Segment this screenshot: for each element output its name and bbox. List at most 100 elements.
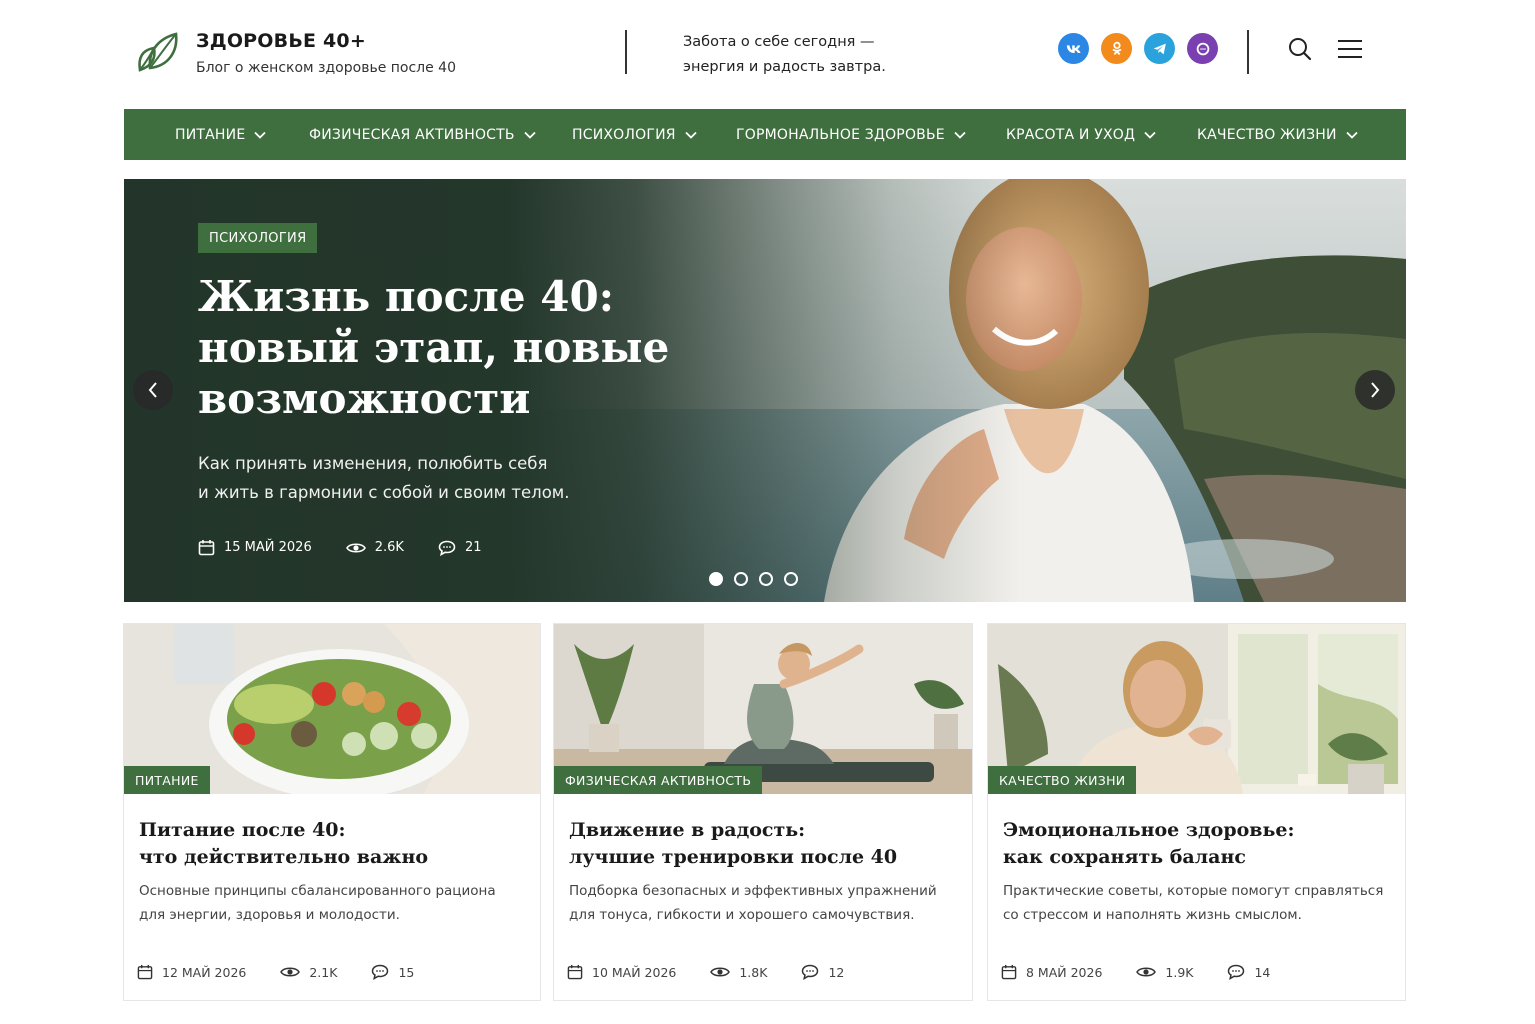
article-excerpt-line: для энергии, здоровья и молодости.: [139, 907, 400, 923]
site-header: ЗДОРОВЬЕ 40+ Блог о женском здоровье пос…: [0, 0, 1535, 100]
article-excerpt-line: со стрессом и наполнять жизнь смыслом.: [1003, 907, 1302, 923]
article-views: 2.1K: [280, 965, 337, 980]
header-divider: [625, 30, 627, 74]
article-title[interactable]: Питание после 40: что действительно важн…: [139, 817, 519, 871]
eye-icon: [280, 967, 301, 977]
hero-category-badge[interactable]: ПСИХОЛОГИЯ: [198, 223, 318, 253]
hero-description-line: Как принять изменения, полюбить себя: [198, 454, 548, 473]
article-meta: 12 МАЙ 2026 2.1K 15: [137, 964, 448, 980]
brand-title[interactable]: ЗДОРОВЬЕ 40+: [196, 30, 366, 52]
article-excerpt-line: Практические советы, которые помогут спр…: [1003, 883, 1384, 899]
chevron-down-icon: [1144, 131, 1156, 139]
hero-description: Как принять изменения, полюбить себя и ж…: [198, 449, 618, 507]
article-category-badge[interactable]: КАЧЕСТВО ЖИЗНИ: [988, 766, 1137, 794]
article-title-line: как сохранять баланс: [1003, 846, 1246, 868]
article-excerpt: Подборка безопасных и эффективных упражн…: [569, 879, 959, 927]
nav-item-beauty[interactable]: КРАСОТА И УХОД: [1006, 109, 1156, 160]
hero-views: 2.6K: [345, 540, 404, 555]
chevron-down-icon: [1346, 131, 1358, 139]
slider-dot[interactable]: [784, 572, 798, 586]
article-views: 1.8K: [710, 965, 767, 980]
article-date: 8 МАЙ 2026: [1001, 964, 1102, 980]
leaf-logo-icon[interactable]: [134, 28, 180, 74]
article-title[interactable]: Эмоциональное здоровье: как сохранять ба…: [1003, 817, 1383, 871]
slider-next-button[interactable]: [1355, 370, 1395, 410]
hero-comments: 21: [438, 540, 482, 556]
article-image[interactable]: КАЧЕСТВО ЖИЗНИ: [988, 624, 1405, 794]
chevron-down-icon: [524, 131, 536, 139]
article-comments-count: 15: [398, 964, 415, 980]
telegram-icon[interactable]: [1144, 33, 1175, 64]
vk-icon[interactable]: [1058, 33, 1089, 64]
article-image[interactable]: ПИТАНИЕ: [124, 624, 540, 794]
article-category-badge[interactable]: ФИЗИЧЕСКАЯ АКТИВНОСТЬ: [554, 766, 763, 794]
article-views-count: 2.1K: [309, 964, 338, 980]
max-icon[interactable]: [1187, 33, 1218, 64]
article-title[interactable]: Движение в радость: лучшие тренировки по…: [569, 817, 949, 871]
slider-dot[interactable]: [709, 572, 723, 586]
hero-date-text: 15 МАЙ 2026: [224, 540, 312, 555]
menu-icon[interactable]: [1335, 34, 1365, 64]
brand-subtitle: Блог о женском здоровье после 40: [196, 60, 456, 76]
article-excerpt-line: Основные принципы сбалансированного раци…: [139, 883, 496, 899]
article-date-text: 8 МАЙ 2026: [1026, 964, 1103, 980]
hero-date: 15 МАЙ 2026: [198, 539, 312, 556]
article-excerpt-line: Подборка безопасных и эффективных упражн…: [569, 883, 937, 899]
search-icon[interactable]: [1285, 34, 1315, 64]
comment-icon: [802, 964, 819, 980]
nav-item-physical-activity[interactable]: ФИЗИЧЕСКАЯ АКТИВНОСТЬ: [309, 109, 536, 160]
article-date: 10 МАЙ 2026: [567, 964, 676, 980]
nav-item-quality-of-life[interactable]: КАЧЕСТВО ЖИЗНИ: [1197, 109, 1358, 160]
nav-item-psychology[interactable]: ПСИХОЛОГИЯ: [572, 109, 697, 160]
chevron-right-icon: [1371, 382, 1380, 398]
main-nav: ПИТАНИЕ ФИЗИЧЕСКАЯ АКТИВНОСТЬ ПСИХОЛОГИЯ…: [124, 109, 1406, 160]
article-comments: 14: [1227, 964, 1270, 980]
article-card[interactable]: КАЧЕСТВО ЖИЗНИ Эмоциональное здоровье: к…: [987, 623, 1406, 1001]
article-title-line: что действительно важно: [139, 846, 429, 868]
comment-icon: [372, 964, 389, 980]
ok-icon[interactable]: [1101, 33, 1132, 64]
slider-dots: [709, 572, 809, 586]
header-divider: [1247, 30, 1249, 74]
nav-item-label: ФИЗИЧЕСКАЯ АКТИВНОСТЬ: [309, 126, 515, 143]
chevron-down-icon: [685, 131, 697, 139]
article-date: 12 МАЙ 2026: [137, 964, 246, 980]
nav-item-label: ПИТАНИЕ: [175, 126, 246, 143]
article-image[interactable]: ФИЗИЧЕСКАЯ АКТИВНОСТЬ: [554, 624, 972, 794]
article-date-text: 10 МАЙ 2026: [592, 964, 677, 980]
article-title-line: Эмоциональное здоровье:: [1003, 819, 1295, 841]
calendar-icon: [198, 540, 215, 556]
nav-item-label: КАЧЕСТВО ЖИЗНИ: [1197, 126, 1337, 143]
article-date-text: 12 МАЙ 2026: [162, 964, 247, 980]
article-views-count: 1.9K: [1165, 964, 1194, 980]
article-comments: 15: [371, 964, 414, 980]
slider-dot[interactable]: [759, 572, 773, 586]
nav-item-nutrition[interactable]: ПИТАНИЕ: [175, 109, 267, 160]
hero-description-line: и жить в гармонии с собой и своим телом.: [198, 483, 570, 502]
slider-dot[interactable]: [734, 572, 748, 586]
hero-meta: 15 МАЙ 2026 2.6K 21: [198, 539, 515, 556]
article-meta: 8 МАЙ 2026 1.9K 14: [1001, 964, 1304, 980]
nav-item-hormonal-health[interactable]: ГОРМОНАЛЬНОЕ ЗДОРОВЬЕ: [736, 109, 966, 160]
slider-prev-button[interactable]: [133, 370, 173, 410]
hero-title[interactable]: Жизнь после 40: новый этап, новые возмож…: [198, 271, 718, 424]
article-comments: 12: [801, 964, 844, 980]
eye-icon: [710, 967, 731, 977]
hero-comments-count: 21: [464, 540, 482, 555]
article-excerpt-line: для тонуса, гибкости и хорошего самочувс…: [569, 907, 915, 923]
article-views-count: 1.8K: [739, 964, 768, 980]
article-category-badge[interactable]: ПИТАНИЕ: [124, 766, 210, 794]
article-views: 1.9K: [1136, 965, 1193, 980]
article-card[interactable]: ПИТАНИЕ Питание после 40: что действител…: [123, 623, 541, 1001]
hero-slider[interactable]: ПСИХОЛОГИЯ Жизнь после 40: новый этап, н…: [124, 179, 1406, 602]
hero-views-count: 2.6K: [374, 540, 404, 555]
slogan-line: энергия и радость завтра.: [683, 59, 886, 75]
nav-item-label: ПСИХОЛОГИЯ: [572, 126, 676, 143]
comment-icon: [1228, 964, 1245, 980]
eye-icon: [345, 542, 366, 553]
slogan: Забота о себе сегодня — энергия и радост…: [683, 30, 886, 80]
chevron-down-icon: [954, 131, 966, 139]
article-card[interactable]: ФИЗИЧЕСКАЯ АКТИВНОСТЬ Движение в радость…: [553, 623, 973, 1001]
article-title-line: Движение в радость:: [569, 819, 806, 841]
article-title-line: Питание после 40:: [139, 819, 346, 841]
